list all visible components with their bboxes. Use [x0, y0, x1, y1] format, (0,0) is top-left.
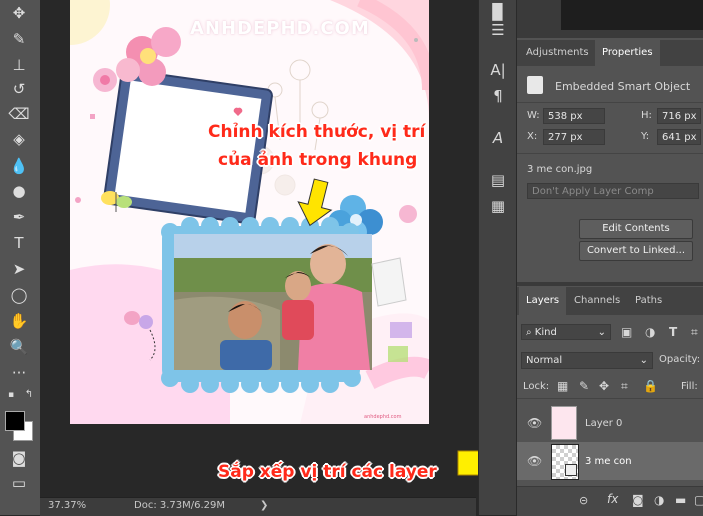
swap-colors-icon[interactable]: ↰: [22, 388, 36, 402]
image-filter-icon[interactable]: ▣: [621, 325, 632, 339]
type-icon[interactable]: T: [8, 232, 30, 254]
path-select-icon[interactable]: ➤: [8, 258, 30, 280]
family-photo: [174, 234, 372, 370]
ellipse-icon[interactable]: ◯: [8, 284, 30, 306]
stamp-icon[interactable]: ⊥: [8, 54, 30, 76]
callout-resize-line1: Chỉnh kích thước, vị trí: [208, 122, 426, 142]
properties-icon[interactable]: ▉: [487, 2, 509, 22]
doc-size: Doc: 3.73M/6.29M: [134, 500, 226, 511]
width-field[interactable]: 538 px: [543, 108, 605, 124]
tab-channels[interactable]: Channels: [567, 287, 627, 315]
edit-contents-button[interactable]: Edit Contents: [579, 219, 693, 239]
libraries-icon[interactable]: ▤: [487, 170, 509, 190]
pencil-icon[interactable]: ✎: [8, 28, 30, 50]
link-layers-icon[interactable]: ⊝: [579, 494, 588, 507]
zoom-icon[interactable]: 🔍: [8, 336, 30, 358]
watermark-text: ANHDEPHD.COM: [190, 18, 370, 39]
small-logo-text: anhdephd.com: [364, 414, 402, 420]
callout-resize-line2: của ảnh trong khung: [218, 150, 418, 170]
foreground-color-swatch[interactable]: [5, 411, 25, 431]
x-label: X:: [527, 131, 538, 142]
layer-name: Layer 0: [585, 418, 623, 429]
layer-row-3-me-con[interactable]: 👁 3 me con: [517, 442, 703, 480]
smart-object-badge-icon: [565, 464, 577, 476]
move-icon[interactable]: ✥: [8, 2, 30, 24]
blur-icon[interactable]: 💧: [8, 155, 30, 177]
paragraph-icon[interactable]: ¶: [487, 86, 509, 106]
chevron-down-icon: ⌄: [597, 327, 606, 338]
opacity-label: Opacity:: [659, 354, 701, 365]
smart-object-icon: [527, 76, 543, 94]
more-icon[interactable]: ···: [8, 362, 30, 384]
new-group-icon[interactable]: ▬: [675, 493, 686, 507]
fill-label: Fill:: [681, 381, 698, 392]
shape-filter-icon[interactable]: ⌗: [691, 325, 698, 340]
right-panels: Adjustments Properties Embedded Smart Ob…: [516, 0, 703, 516]
history-brush-icon[interactable]: ↺: [8, 78, 30, 100]
filename-label: 3 me con.jpg: [527, 164, 593, 175]
character-icon[interactable]: A|: [487, 60, 509, 80]
eye-icon[interactable]: 👁: [527, 454, 542, 468]
tools-panel: ✥ ✎ ⊥ ↺ ⌫ ◈ 💧 ● ✒ T ➤ ◯ ✋ 🔍 ··· ▪ ↰ ◙ ▭: [0, 0, 41, 515]
layer-row-layer0[interactable]: 👁 Layer 0: [517, 404, 703, 442]
layer-filter-select[interactable]: ⌕ Kind ⌄: [521, 324, 611, 340]
blend-mode-select[interactable]: Normal ⌄: [521, 352, 653, 369]
new-layer-icon[interactable]: ▢: [694, 493, 703, 507]
fx-icon[interactable]: fx: [607, 492, 618, 506]
status-menu-arrow[interactable]: ❯: [260, 500, 268, 511]
chevron-down-icon: ⌄: [639, 355, 648, 366]
screen-mode-icon[interactable]: ▭: [8, 472, 30, 494]
status-bar: 37.37% Doc: 3.73M/6.29M ❯: [40, 497, 476, 516]
zoom-level[interactable]: 37.37%: [48, 500, 86, 511]
layer-comp-select[interactable]: Don't Apply Layer Comp: [527, 183, 699, 199]
eye-icon[interactable]: 👁: [527, 416, 542, 430]
lock-pixels-icon[interactable]: ✎: [579, 379, 589, 393]
layers-footer: ⊝ fx ◙ ◑ ▬ ▢: [517, 486, 703, 516]
tab-paths[interactable]: Paths: [628, 287, 669, 315]
callout-arrange-layers: Sắp xếp vị trí các layer: [218, 462, 437, 482]
x-field[interactable]: 277 px: [543, 129, 605, 145]
lock-all-icon[interactable]: 🔒: [643, 379, 658, 393]
width-label: W:: [527, 110, 540, 121]
document-canvas[interactable]: ANHDEPHD.COM anhdephd.com Chỉnh kích thư…: [70, 0, 429, 424]
search-icon: ⌕: [526, 327, 532, 338]
adjust-icon[interactable]: ☰: [487, 20, 509, 40]
type-filter-icon[interactable]: T: [669, 325, 677, 339]
lock-transparency-icon[interactable]: ▦: [557, 379, 568, 393]
adjustment-layer-icon[interactable]: ◑: [654, 493, 664, 507]
notes-icon[interactable]: ▦: [487, 196, 509, 216]
default-colors-icon[interactable]: ▪: [4, 388, 18, 402]
glyphs-icon[interactable]: A: [487, 128, 509, 148]
adjustment-filter-icon[interactable]: ◑: [645, 325, 655, 339]
tab-adjustments[interactable]: Adjustments: [519, 40, 596, 66]
pen-icon[interactable]: ✒: [8, 206, 30, 228]
lock-position-icon[interactable]: ✥: [599, 379, 609, 393]
y-field[interactable]: 641 px: [657, 129, 701, 145]
convert-linked-button[interactable]: Convert to Linked...: [579, 241, 693, 261]
height-field[interactable]: 716 px: [657, 108, 701, 124]
hand-icon[interactable]: ✋: [8, 310, 30, 332]
y-label: Y:: [641, 131, 650, 142]
quick-mask-icon[interactable]: ◙: [8, 447, 30, 469]
canvas-artwork: [70, 0, 429, 424]
properties-tabbar: Adjustments Properties: [517, 40, 703, 66]
dodge-icon[interactable]: ●: [8, 180, 30, 202]
layer-thumbnail: [551, 406, 577, 440]
layer-name: 3 me con: [585, 456, 632, 467]
eraser-icon[interactable]: ⌫: [8, 103, 30, 125]
layers-tabbar: Layers Channels Paths: [517, 287, 703, 315]
paint-bucket-icon[interactable]: ◈: [8, 128, 30, 150]
layer-filter-value: Kind: [534, 327, 557, 338]
lock-label: Lock:: [523, 381, 550, 392]
collapsed-panels-strip: ▉ ☰ A| ¶ A ▤ ▦: [478, 0, 517, 515]
object-type-label: Embedded Smart Object: [555, 80, 691, 93]
tab-properties[interactable]: Properties: [595, 40, 660, 66]
height-label: H:: [641, 110, 652, 121]
navigator-area: [517, 0, 703, 38]
tab-layers[interactable]: Layers: [519, 287, 567, 315]
blend-mode-value: Normal: [526, 355, 563, 366]
add-mask-icon[interactable]: ◙: [632, 493, 644, 507]
lock-artboard-icon[interactable]: ⌗: [621, 379, 628, 394]
